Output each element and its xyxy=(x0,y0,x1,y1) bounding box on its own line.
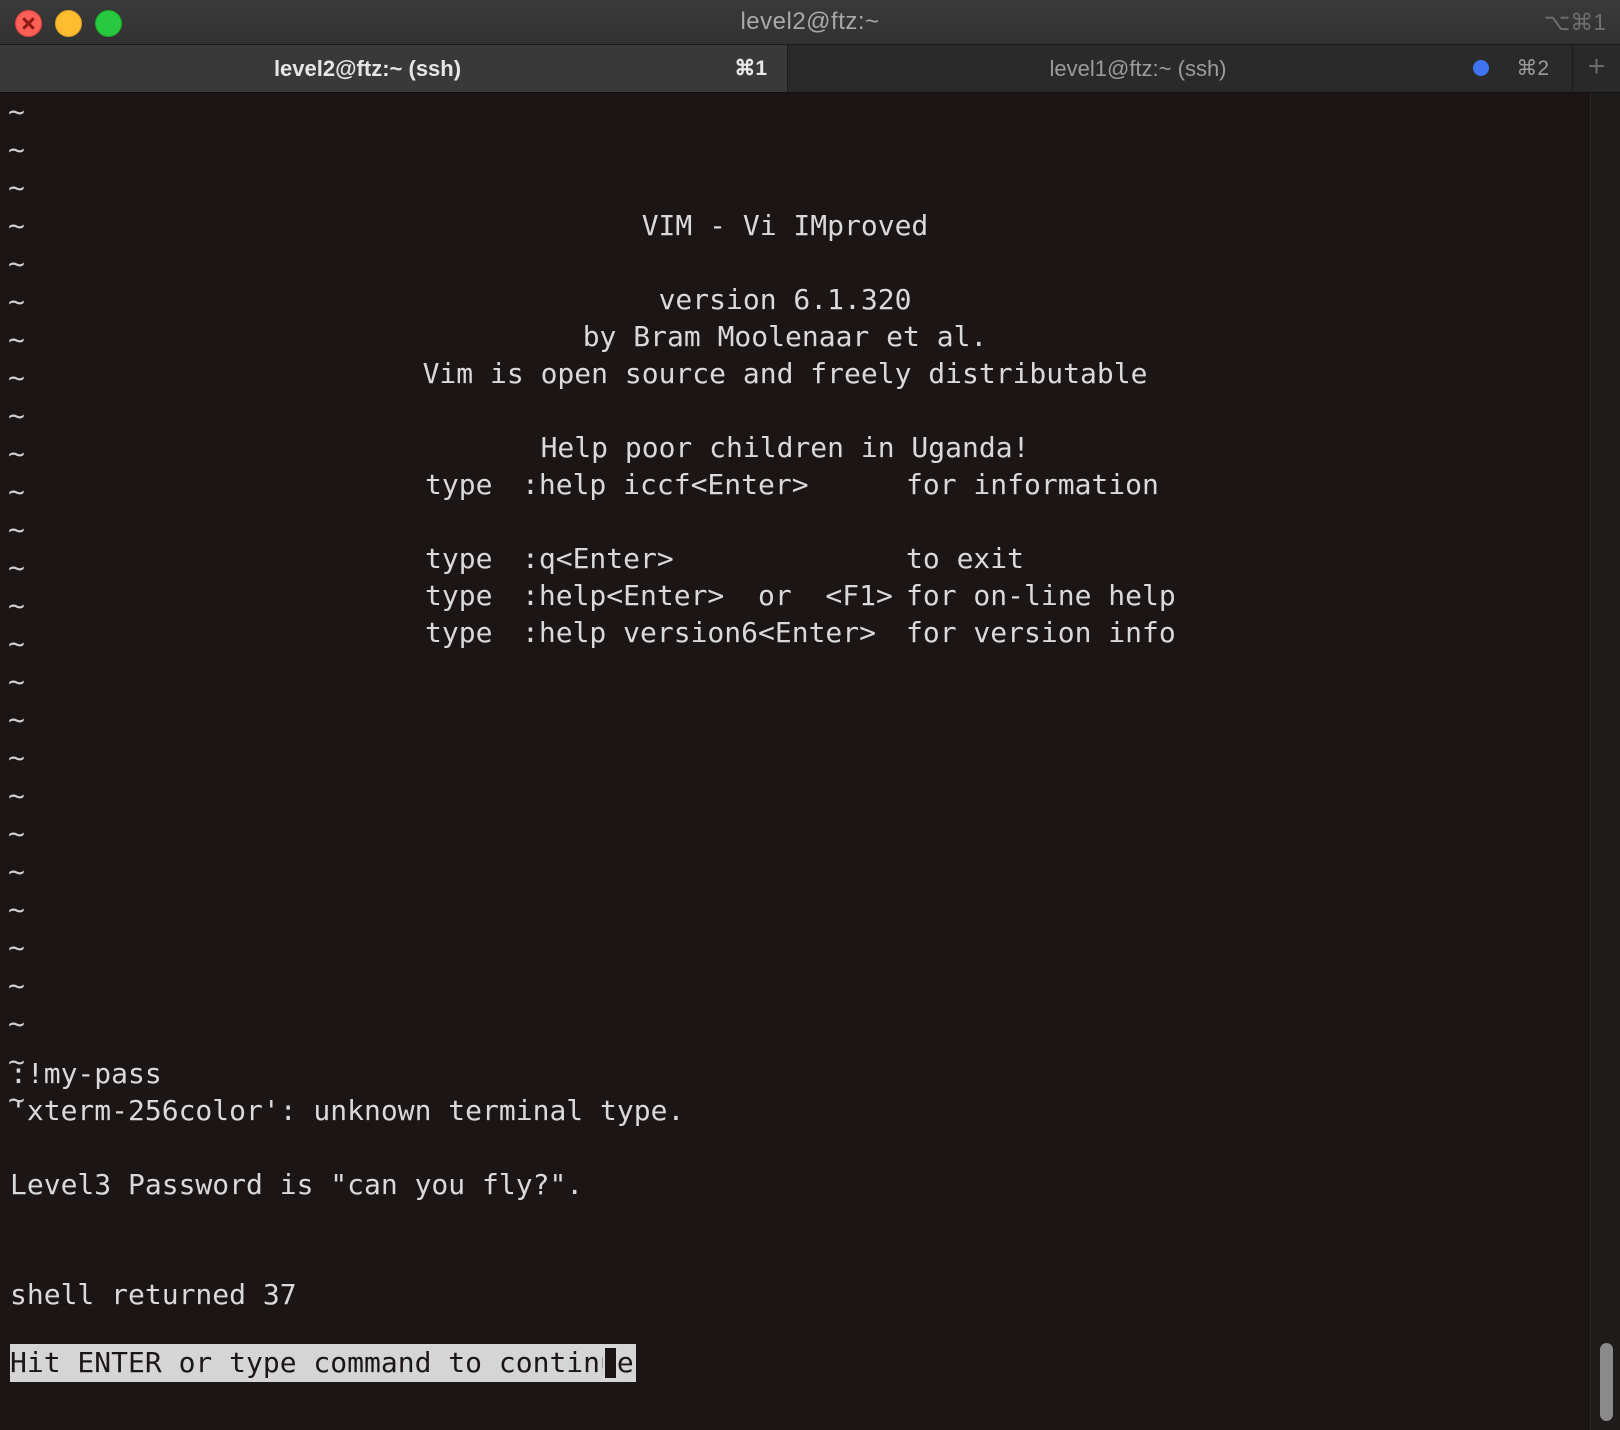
vim-charity-note: Help poor children in Uganda! xyxy=(540,431,1030,464)
tilde-marker: ~ xyxy=(8,741,25,774)
tilde-marker: ~ xyxy=(8,513,25,546)
executed-command: :!my-pass xyxy=(10,1057,162,1090)
tilde-marker: ~ xyxy=(8,779,25,812)
help-description: to exit xyxy=(906,542,1025,575)
scrollbar-track[interactable] xyxy=(1590,93,1620,1430)
tilde-marker: ~ xyxy=(8,817,25,850)
empty-line-markers: ~ ~ ~ ~ ~ ~ ~ ~ ~ ~ ~ ~ ~ ~ ~ ~ ~ ~ ~ ~ … xyxy=(8,93,25,1119)
tilde-marker: ~ xyxy=(8,247,25,280)
vim-author: by Bram Moolenaar et al. xyxy=(582,320,988,353)
tab-label: level1@ftz:~ (ssh) xyxy=(1049,56,1227,81)
help-verb: type xyxy=(425,616,493,649)
help-command: :help iccf<Enter> xyxy=(522,468,809,501)
continue-prompt: Hit ENTER or type command to continue xyxy=(10,1344,636,1382)
tab-level2-ssh[interactable]: level2@ftz:~ (ssh) ⌘1 xyxy=(0,45,788,92)
terminal-warning: 'xterm-256color': unknown terminal type. xyxy=(10,1094,685,1127)
tilde-marker: ~ xyxy=(8,171,25,204)
tab-level1-ssh[interactable]: level1@ftz:~ (ssh) ⌘2 xyxy=(788,45,1573,92)
vim-version: version 6.1.320 xyxy=(658,283,912,316)
help-row: type :q<Enter> to exit xyxy=(425,540,1024,578)
tilde-marker: ~ xyxy=(8,665,25,698)
help-command: :help version6<Enter> xyxy=(522,616,877,649)
plus-icon: + xyxy=(1587,50,1606,83)
tilde-marker: ~ xyxy=(8,627,25,660)
window-shortcut-label: ⌥⌘1 xyxy=(1543,9,1606,35)
help-verb: type xyxy=(425,542,493,575)
terminal-content[interactable]: ~ ~ ~ ~ ~ ~ ~ ~ ~ ~ ~ ~ ~ ~ ~ ~ ~ ~ ~ ~ … xyxy=(0,93,1590,1430)
title-bar: level2@ftz:~ ⌥⌘1 xyxy=(0,0,1620,45)
tab-bar: level2@ftz:~ (ssh) ⌘1 level1@ftz:~ (ssh)… xyxy=(0,45,1620,93)
tilde-marker: ~ xyxy=(8,551,25,584)
help-description: for information xyxy=(906,468,1159,501)
vim-splash-title: VIM - Vi IMproved xyxy=(641,209,929,242)
help-command: :q<Enter> xyxy=(522,542,674,575)
help-verb: type xyxy=(425,579,493,612)
tilde-marker: ~ xyxy=(8,703,25,736)
help-description: for version info xyxy=(906,616,1176,649)
terminal-window: level2@ftz:~ ⌥⌘1 level2@ftz:~ (ssh) ⌘1 l… xyxy=(0,0,1620,1430)
help-verb: type xyxy=(425,468,493,501)
tilde-marker: ~ xyxy=(8,855,25,888)
tilde-marker: ~ xyxy=(8,931,25,964)
password-output: Level3 Password is "can you fly?". xyxy=(10,1168,584,1201)
tilde-marker: ~ xyxy=(8,95,25,128)
tilde-marker: ~ xyxy=(8,589,25,622)
scrollbar-thumb[interactable] xyxy=(1600,1343,1613,1421)
tilde-marker: ~ xyxy=(8,893,25,926)
text-cursor xyxy=(603,1346,618,1380)
tab-shortcut: ⌘1 xyxy=(734,57,767,80)
help-row: type :help version6<Enter> for version i… xyxy=(425,614,1176,652)
help-row: type :help<Enter> or <F1> for on-line he… xyxy=(425,577,1176,615)
help-row: type :help iccf<Enter> for information xyxy=(425,466,1159,504)
new-tab-button[interactable]: + xyxy=(1573,45,1620,92)
tilde-marker: ~ xyxy=(8,475,25,508)
help-description: for on-line help xyxy=(906,579,1176,612)
vim-license: Vim is open source and freely distributa… xyxy=(422,357,1148,390)
activity-indicator-icon xyxy=(1473,60,1489,76)
tilde-marker: ~ xyxy=(8,133,25,166)
tab-label: level2@ftz:~ (ssh) xyxy=(273,56,462,81)
tab-shortcut: ⌘2 xyxy=(1516,57,1549,80)
window-title: level2@ftz:~ xyxy=(740,8,880,35)
help-command: :help<Enter> or <F1> xyxy=(522,579,893,612)
shell-return-status: shell returned 37 xyxy=(10,1278,297,1311)
tilde-marker: ~ xyxy=(8,969,25,1002)
tilde-marker: ~ xyxy=(8,1007,25,1040)
